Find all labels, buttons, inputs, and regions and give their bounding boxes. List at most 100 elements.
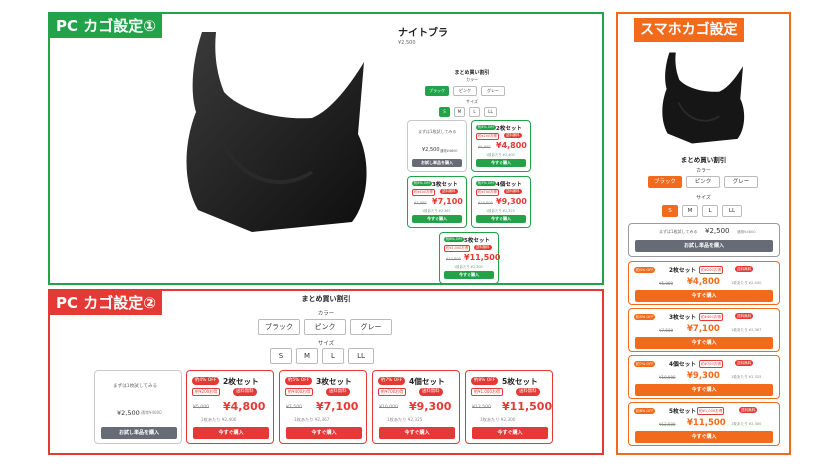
free-shipping-badge: 送料無料 <box>440 189 458 194</box>
offer-card-2set: 約4% OFF 2枚セット 約¥200お得 送料無料 ¥5,000 ¥4,800… <box>186 370 274 444</box>
size-option-s[interactable]: S <box>662 205 678 217</box>
buy-now-button[interactable]: 今すぐ購入 <box>635 337 773 349</box>
size-option-l[interactable]: L <box>702 205 718 217</box>
trial-price: ¥2,500 <box>117 409 140 417</box>
per-item-price: 1枚あたり ¥2,400 <box>731 281 762 285</box>
bulk-discount-heading: まとめ買い割引 <box>301 295 351 303</box>
old-price: ¥7,500 <box>286 405 303 410</box>
offer-title: 5枚セット <box>502 377 538 386</box>
trial-card: まずは1枚試してみる ¥2,500 通常¥4800 お試し単品を購入 <box>628 223 780 257</box>
color-option-pink[interactable]: ピンク <box>304 319 346 335</box>
product-title: ナイトブラ <box>398 28 448 39</box>
free-shipping-badge: 送料無料 <box>516 388 540 396</box>
color-option-gray[interactable]: グレー <box>481 86 505 96</box>
pc-cart-layout-2-panel: PC カゴ設定② まとめ買い割引 カラー ブラック ピンク グレー サイズ S … <box>48 289 604 455</box>
buy-now-button[interactable]: 今すぐ購入 <box>476 215 526 223</box>
product-image <box>186 32 367 232</box>
smartphone-cart-layout-panel: スマホカゴ設定 まとめ買い割引 カラー ブラック ピンク グレー サイズ S M… <box>616 12 791 455</box>
buy-now-button[interactable]: 今すぐ購入 <box>635 384 773 396</box>
size-option-ll[interactable]: LL <box>348 348 374 364</box>
size-option-m[interactable]: M <box>682 205 698 217</box>
product-price: ¥2,500 <box>398 40 416 46</box>
new-price: ¥4,800 <box>223 400 266 413</box>
old-price: ¥10,000 <box>379 405 398 410</box>
color-option-black[interactable]: ブラック <box>425 86 449 96</box>
new-price: ¥11,500 <box>464 253 501 262</box>
color-option-black[interactable]: ブラック <box>648 176 682 188</box>
free-shipping-badge: 送料無料 <box>739 407 758 413</box>
color-option-pink[interactable]: ピンク <box>686 176 720 188</box>
old-price: ¥5,000 <box>193 405 210 410</box>
color-label: カラー <box>317 311 335 317</box>
offer-title: 4個セット <box>496 182 522 188</box>
savings-note: 約¥400お得 <box>699 313 723 321</box>
discount-badge: 約7% OFF <box>378 377 406 385</box>
trial-buy-button[interactable]: お試し単品を購入 <box>101 427 177 439</box>
discount-badge: 約4% OFF <box>634 267 656 273</box>
per-item-price: 1枚あたり ¥2,300 <box>480 417 516 422</box>
new-price: ¥9,300 <box>409 400 452 413</box>
per-item-price: 1枚あたり ¥2,300 <box>731 422 762 426</box>
buy-now-button[interactable]: 今すぐ購入 <box>444 271 494 279</box>
savings-note: 約¥1,000お得 <box>444 245 471 252</box>
trial-caption: まずは1枚試してみる <box>113 384 158 389</box>
per-item-price: 1枚あたり ¥2,400 <box>486 153 515 157</box>
trial-card: まずは1枚試してみる ¥2,500 通常¥4800 お試し単品を購入 <box>94 370 182 444</box>
color-option-gray[interactable]: グレー <box>724 176 758 188</box>
size-label: サイズ <box>317 341 335 347</box>
old-price: ¥12,500 <box>659 422 676 427</box>
buy-now-button[interactable]: 今すぐ購入 <box>286 427 362 439</box>
offer-title: 2枚セット <box>496 126 522 132</box>
buy-now-button[interactable]: 今すぐ購入 <box>476 159 526 167</box>
old-price: ¥7,500 <box>414 201 427 205</box>
old-price: ¥5,000 <box>478 145 491 149</box>
offer-card-3set: 約5% OFF 3枚セット 約¥400お得 送料無料 ¥7,500 ¥7,100… <box>628 308 780 352</box>
size-option-ll[interactable]: LL <box>722 205 742 217</box>
trial-card: まずは1枚試してみる ¥2,500 通常¥4800 お試し単品を購入 <box>407 120 467 172</box>
size-option-l[interactable]: L <box>469 107 480 117</box>
discount-badge: 約4% OFF <box>192 377 220 385</box>
trial-buy-button[interactable]: お試し単品を購入 <box>635 240 773 252</box>
savings-note: 約¥1,000お得 <box>471 388 503 396</box>
buy-now-button[interactable]: 今すぐ購入 <box>635 290 773 302</box>
trial-old-price: 通常¥4800 <box>440 149 458 153</box>
free-shipping-badge: 送料無料 <box>735 266 754 272</box>
buy-now-button[interactable]: 今すぐ購入 <box>193 427 269 439</box>
discount-badge: 約5% OFF <box>412 181 433 186</box>
old-price: ¥5,000 <box>659 281 673 286</box>
offer-card-3set: 約5% OFF 3枚セット 約¥400お得 送料無料 ¥7,500 ¥7,100… <box>407 176 467 228</box>
offer-card-4set: 約7% OFF 4個セット 約¥700お得 送料無料 ¥10,000 ¥9,30… <box>628 355 780 399</box>
new-price: ¥11,500 <box>687 418 726 428</box>
offer-title: 4個セット <box>669 362 697 368</box>
offer-card-5set: 約8% OFF 5枚セット 約¥1,000お得 送料無料 ¥12,500 ¥11… <box>439 232 501 284</box>
offer-title: 5枚セット <box>464 238 490 244</box>
per-item-price: 1枚あたり ¥2,367 <box>294 417 330 422</box>
per-item-price: 1枚あたり ¥2,325 <box>486 209 515 213</box>
bulk-discount-heading: まとめ買い割引 <box>680 156 727 164</box>
size-option-m[interactable]: M <box>296 348 318 364</box>
savings-note: 約¥200お得 <box>192 388 221 396</box>
buy-now-button[interactable]: 今すぐ購入 <box>635 431 773 443</box>
buy-now-button[interactable]: 今すぐ購入 <box>379 427 455 439</box>
free-shipping-badge: 送料無料 <box>504 133 522 138</box>
offer-card-4set: 約7% OFF 4個セット 約¥700お得 送料無料 ¥10,000 ¥9,30… <box>471 176 531 228</box>
buy-now-button[interactable]: 今すぐ購入 <box>412 215 462 223</box>
size-option-s[interactable]: S <box>270 348 292 364</box>
color-option-gray[interactable]: グレー <box>350 319 392 335</box>
color-option-pink[interactable]: ピンク <box>453 86 477 96</box>
size-option-l[interactable]: L <box>322 348 344 364</box>
buy-now-button[interactable]: 今すぐ購入 <box>472 427 548 439</box>
offer-title: 3枚セット <box>669 315 697 321</box>
color-option-black[interactable]: ブラック <box>258 319 300 335</box>
trial-buy-button[interactable]: お試し単品を購入 <box>412 159 462 167</box>
offer-card-2set: 約4% OFF 2枚セット 約¥200お得 送料無料 ¥5,000 ¥4,800… <box>628 261 780 305</box>
size-option-m[interactable]: M <box>454 107 465 117</box>
old-price: ¥12,500 <box>446 257 461 261</box>
size-option-s[interactable]: S <box>439 107 450 117</box>
offer-title: 2枚セット <box>223 377 259 386</box>
new-price: ¥7,100 <box>432 197 463 206</box>
size-option-ll[interactable]: LL <box>484 107 497 117</box>
per-item-price: 1枚あたり ¥2,325 <box>387 417 423 422</box>
savings-note: 約¥700お得 <box>378 388 407 396</box>
panel-tag: PC カゴ設定① <box>50 14 162 38</box>
